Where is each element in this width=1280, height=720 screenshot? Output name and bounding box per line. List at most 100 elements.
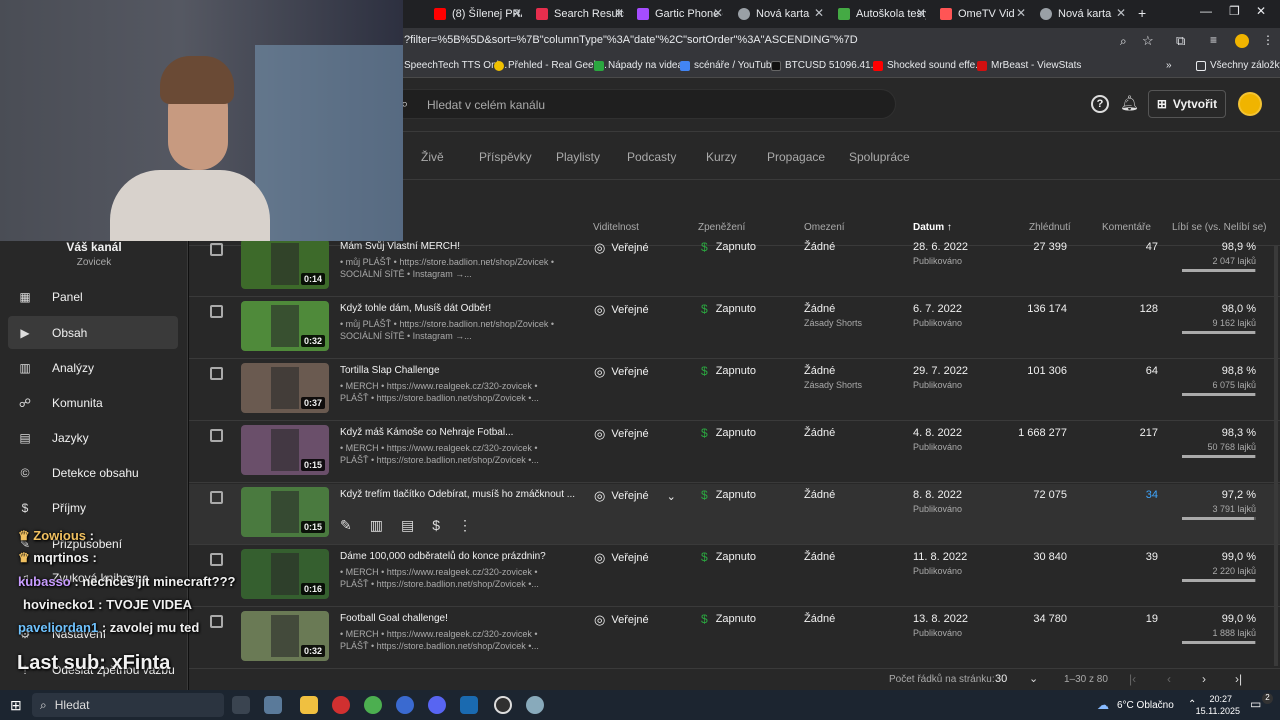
sidebar-item-community[interactable]: ☍ Komunita <box>18 396 103 410</box>
sidebar-item-content[interactable]: ▶ Obsah <box>18 326 87 340</box>
col-views[interactable]: Zhlédnutí <box>1029 222 1071 233</box>
col-comments[interactable]: Komentáře <box>1102 222 1151 233</box>
tab-collaborations[interactable]: Spolupráce <box>849 150 910 164</box>
tab-posts[interactable]: Příspěvky <box>479 150 532 164</box>
notification-icon[interactable]: ▭ <box>1250 697 1261 711</box>
video-thumbnail[interactable]: 0:32 <box>241 301 329 351</box>
close-icon[interactable]: ✕ <box>1016 6 1026 20</box>
profile-avatar[interactable] <box>1235 34 1249 48</box>
col-monetization[interactable]: Zpeněžení <box>698 222 745 233</box>
tab-courses[interactable]: Kurzy <box>706 150 737 164</box>
table-row[interactable]: 0:16 Dáme 100,000 odběratelů do konce prá… <box>189 546 1280 607</box>
table-row[interactable]: 0:37 Tortilla Slap Challenge • MERCH • htt… <box>189 360 1280 421</box>
visibility-cell[interactable]: ◎ Veřejné ⌄ <box>594 488 676 504</box>
video-thumbnail[interactable]: 0:16 <box>241 549 329 599</box>
video-title[interactable]: Když máš Kámoše co Nehraje Fotbal... <box>340 427 513 438</box>
browser-tab[interactable]: Nová karta ✕ <box>738 4 824 24</box>
chrome-icon[interactable] <box>364 696 382 714</box>
bookmark[interactable]: Přehled - Real Geek... <box>494 60 607 71</box>
sidebar-item-analytics[interactable]: ▥ Analýzy <box>18 361 94 375</box>
video-thumbnail[interactable]: 0:37 <box>241 363 329 413</box>
minimize-icon[interactable]: — <box>1200 4 1212 18</box>
weather-text[interactable]: 6°C Oblačno <box>1117 700 1174 711</box>
col-visibility[interactable]: Viditelnost <box>593 222 639 233</box>
scrollbar[interactable] <box>1274 246 1278 666</box>
close-icon[interactable]: ✕ <box>1116 6 1126 20</box>
app-icon[interactable] <box>264 696 282 714</box>
video-title[interactable]: Mám Svůj Vlastní MERCH! <box>340 241 460 252</box>
new-tab-icon[interactable]: + <box>1138 5 1146 21</box>
all-bookmarks[interactable]: Všechny záložky <box>1196 60 1280 71</box>
sidebar-item-copyright[interactable]: © Detekce obsahu <box>18 466 139 480</box>
obs-icon[interactable] <box>494 696 512 714</box>
close-icon[interactable]: ✕ <box>814 6 824 20</box>
row-checkbox[interactable] <box>210 243 223 256</box>
tab-live[interactable]: Živě <box>421 150 444 164</box>
menu-icon[interactable]: ⋮ <box>1262 33 1274 47</box>
prev-page-icon[interactable]: ‹ <box>1167 672 1171 686</box>
video-thumbnail[interactable]: 0:32 <box>241 611 329 661</box>
url-field[interactable]: ?filter=%5B%5D&sort=%7B"columnType"%3A"d… <box>404 34 858 46</box>
table-row[interactable]: 0:15 Když máš Kámoše co Nehraje Fotbal...… <box>189 422 1280 483</box>
close-window-icon[interactable]: ✕ <box>1256 4 1266 18</box>
bookmark[interactable]: Nápady na videa <box>594 60 683 71</box>
sidebar-item-languages[interactable]: ▤ Jazyky <box>18 431 88 445</box>
comments-icon[interactable]: ▤ <box>401 517 414 534</box>
app-icon[interactable] <box>332 696 350 714</box>
restore-icon[interactable]: ❐ <box>1229 4 1240 18</box>
video-thumbnail[interactable]: 0:15 <box>241 487 329 537</box>
tab-podcasts[interactable]: Podcasty <box>627 150 676 164</box>
comments-cell[interactable]: 34 <box>1146 489 1158 501</box>
close-icon[interactable]: ✕ <box>916 6 926 20</box>
bookmark[interactable]: MrBeast - ViewStats <box>977 60 1081 71</box>
row-checkbox[interactable] <box>210 429 223 442</box>
col-date[interactable]: Datum ↑ <box>913 222 952 233</box>
taskbar-search[interactable]: ⌕ Hledat <box>32 693 224 717</box>
chevron-down-icon[interactable]: ⌄ <box>667 490 676 503</box>
col-likes[interactable]: Líbí se (vs. Nelíbí se) <box>1172 222 1266 233</box>
tab-playlists[interactable]: Playlisty <box>556 150 600 164</box>
more-bookmarks-icon[interactable]: » <box>1166 60 1172 71</box>
row-checkbox[interactable] <box>210 367 223 380</box>
tab-promotions[interactable]: Propagace <box>767 150 825 164</box>
first-page-icon[interactable]: |‹ <box>1129 672 1136 686</box>
analytics-icon[interactable]: ▥ <box>370 517 383 534</box>
edit-icon[interactable]: ✎ <box>340 517 352 534</box>
create-button[interactable]: ⊞ Vytvořit <box>1148 90 1226 118</box>
media-icon[interactable]: ≡ <box>1210 33 1217 47</box>
video-title[interactable]: Dáme 100,000 odběratelů do konce prázdni… <box>340 551 546 562</box>
browser-tab[interactable]: Search Results ✕ <box>536 4 624 24</box>
table-row[interactable]: 0:15 Když trefím tlačítko Odebírat, musíš… <box>189 484 1280 545</box>
bookmark[interactable]: scénáře / YouTube <box>680 60 777 71</box>
avatar[interactable] <box>1238 92 1262 116</box>
video-title[interactable]: Tortilla Slap Challenge <box>340 365 440 376</box>
sidebar-item-earn[interactable]: $ Příjmy <box>18 501 86 515</box>
chevron-down-icon[interactable]: ⌄ <box>1029 672 1038 685</box>
row-checkbox[interactable] <box>210 305 223 318</box>
clock-time[interactable]: 20:27 <box>1206 694 1232 704</box>
windows-icon[interactable]: ⊞ <box>10 697 22 714</box>
explorer-icon[interactable] <box>300 696 318 714</box>
browser-tab[interactable]: Autoškola testy ✕ <box>838 4 926 24</box>
more-options-icon[interactable]: ⋮ <box>458 517 472 534</box>
close-icon[interactable]: ✕ <box>614 6 624 20</box>
col-restrictions[interactable]: Omezení <box>804 222 845 233</box>
dollar-icon[interactable]: $ <box>432 517 440 534</box>
bell-icon[interactable]: 🔔︎ <box>1120 94 1139 112</box>
app-icon[interactable] <box>526 696 544 714</box>
discord-icon[interactable] <box>428 696 446 714</box>
video-thumbnail[interactable]: 0:15 <box>241 425 329 475</box>
close-icon[interactable]: ✕ <box>713 6 723 20</box>
browser-tab[interactable]: Nová karta ✕ <box>1040 4 1126 24</box>
bookmark[interactable]: SpeechTech TTS Onl... <box>404 60 507 71</box>
video-title[interactable]: Když tohle dám, Musíš dát Odběr! <box>340 303 491 314</box>
extensions-icon[interactable]: ⧉ <box>1176 33 1185 49</box>
zoom-icon[interactable]: ⌕ <box>1120 34 1127 49</box>
table-row[interactable]: 0:14 Mám Svůj Vlastní MERCH! • můj PLÁŠŤ •… <box>189 236 1280 297</box>
task-view-icon[interactable] <box>232 696 250 714</box>
app-icon[interactable] <box>460 696 478 714</box>
close-icon[interactable]: ✕ <box>512 6 522 20</box>
next-page-icon[interactable]: › <box>1202 672 1206 686</box>
app-icon[interactable] <box>396 696 414 714</box>
clock-date[interactable]: 15.11.2025 <box>1190 706 1240 716</box>
